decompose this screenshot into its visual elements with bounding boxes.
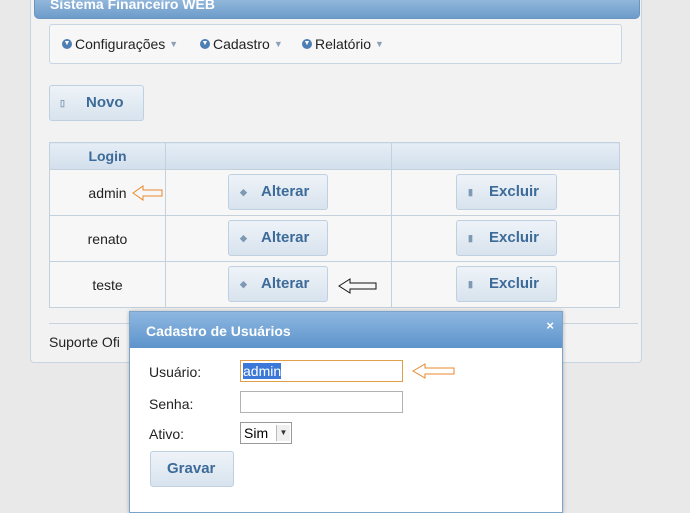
delete-button-label: Excluir: [489, 275, 540, 292]
chevron-down-icon: ▼: [273, 39, 283, 49]
annotation-arrow-icon: [412, 363, 455, 379]
chevron-down-icon: ▼: [375, 39, 384, 49]
tag-icon: ◆: [240, 187, 247, 197]
edit-button-label: Alterar: [261, 183, 310, 200]
table-row: renato ◆ Alterar ▮ Excluir: [49, 215, 620, 262]
trash-icon: ▮: [468, 233, 473, 243]
table-row: teste ◆ Alterar ▮ Excluir: [49, 261, 620, 308]
user-register-dialog: Cadastro de Usuários × Usuário: admin Se…: [129, 311, 563, 513]
delete-button-label: Excluir: [489, 229, 540, 246]
login-text: teste: [92, 276, 123, 293]
app-title: Sistema Financeiro WEB: [50, 0, 215, 12]
cell-edit: ◆ Alterar: [165, 215, 392, 262]
cell-delete: ▮ Excluir: [391, 169, 620, 216]
column-header-delete: [391, 142, 620, 170]
cell-edit: ◆ Alterar: [165, 169, 392, 216]
close-icon[interactable]: ×: [546, 318, 554, 333]
annotation-arrow-icon: [132, 185, 163, 201]
footer-text: Suporte Ofi: [49, 334, 120, 350]
trash-icon: ▮: [468, 187, 473, 197]
delete-button[interactable]: ▮ Excluir: [456, 266, 557, 302]
active-select-value: Sim: [244, 425, 269, 441]
active-select[interactable]: Sim ▼: [240, 422, 292, 444]
document-icon: ▯: [60, 98, 65, 108]
table-row: admin ◆ Alterar ▮ Excluir: [49, 169, 620, 216]
arrow-down-circle-icon: ▼: [62, 39, 72, 49]
active-label: Ativo:: [149, 426, 185, 442]
cell-edit: ◆ Alterar: [165, 261, 392, 308]
tag-icon: ◆: [240, 233, 247, 243]
annotation-arrow-icon: [338, 278, 377, 294]
cell-login: teste: [49, 261, 166, 308]
menu-relatorio[interactable]: ▼ Relatório ▼: [302, 36, 384, 52]
column-header-edit: [165, 142, 392, 170]
cell-delete: ▮ Excluir: [391, 261, 620, 308]
dialog-title: Cadastro de Usuários: [146, 323, 291, 339]
edit-button-label: Alterar: [261, 275, 310, 292]
menu-bar: ▼ Configurações ▼ ▼ Cadastro ▼ ▼ Relatór…: [49, 24, 622, 64]
edit-button-label: Alterar: [261, 229, 310, 246]
cell-login: renato: [49, 215, 166, 262]
user-label: Usuário:: [149, 364, 202, 380]
new-button-label: Novo: [86, 94, 124, 111]
menu-configuracoes[interactable]: ▼ Configurações ▼: [62, 36, 178, 52]
password-label: Senha:: [149, 396, 194, 412]
edit-button[interactable]: ◆ Alterar: [228, 266, 328, 302]
save-button[interactable]: Gravar: [150, 451, 234, 487]
user-input-value: admin: [243, 363, 282, 379]
edit-button[interactable]: ◆ Alterar: [228, 220, 328, 256]
table-header-row: Login: [49, 142, 620, 170]
delete-button-label: Excluir: [489, 183, 540, 200]
main-window: Sistema Financeiro WEB ▼ Configurações ▼…: [30, 0, 642, 363]
delete-button[interactable]: ▮ Excluir: [456, 220, 557, 256]
app-titlebar: Sistema Financeiro WEB: [34, 0, 640, 19]
cell-login: admin: [49, 169, 166, 216]
dialog-titlebar[interactable]: Cadastro de Usuários ×: [130, 312, 562, 348]
login-text: renato: [87, 230, 128, 247]
edit-button[interactable]: ◆ Alterar: [228, 174, 328, 210]
password-input[interactable]: [240, 391, 403, 413]
delete-button[interactable]: ▮ Excluir: [456, 174, 557, 210]
chevron-down-icon: ▼: [276, 425, 290, 441]
arrow-down-circle-icon: ▼: [200, 39, 210, 49]
cell-delete: ▮ Excluir: [391, 215, 620, 262]
column-header-login: Login: [49, 142, 166, 170]
arrow-down-circle-icon: ▼: [302, 39, 312, 49]
chevron-down-icon: ▼: [169, 39, 179, 49]
new-button[interactable]: ▯ Novo: [49, 85, 144, 121]
menu-cadastro-label: Cadastro: [213, 36, 270, 52]
tag-icon: ◆: [240, 279, 247, 289]
menu-cadastro[interactable]: ▼ Cadastro ▼: [200, 36, 283, 52]
trash-icon: ▮: [468, 279, 473, 289]
users-table: Login admin ◆ Alterar ▮ Excluir renato ◆…: [49, 142, 620, 308]
menu-configuracoes-label: Configurações: [75, 36, 166, 52]
menu-relatorio-label: Relatório: [315, 36, 372, 52]
save-button-label: Gravar: [167, 460, 216, 477]
user-input[interactable]: admin: [240, 360, 403, 382]
login-text: admin: [88, 184, 127, 201]
